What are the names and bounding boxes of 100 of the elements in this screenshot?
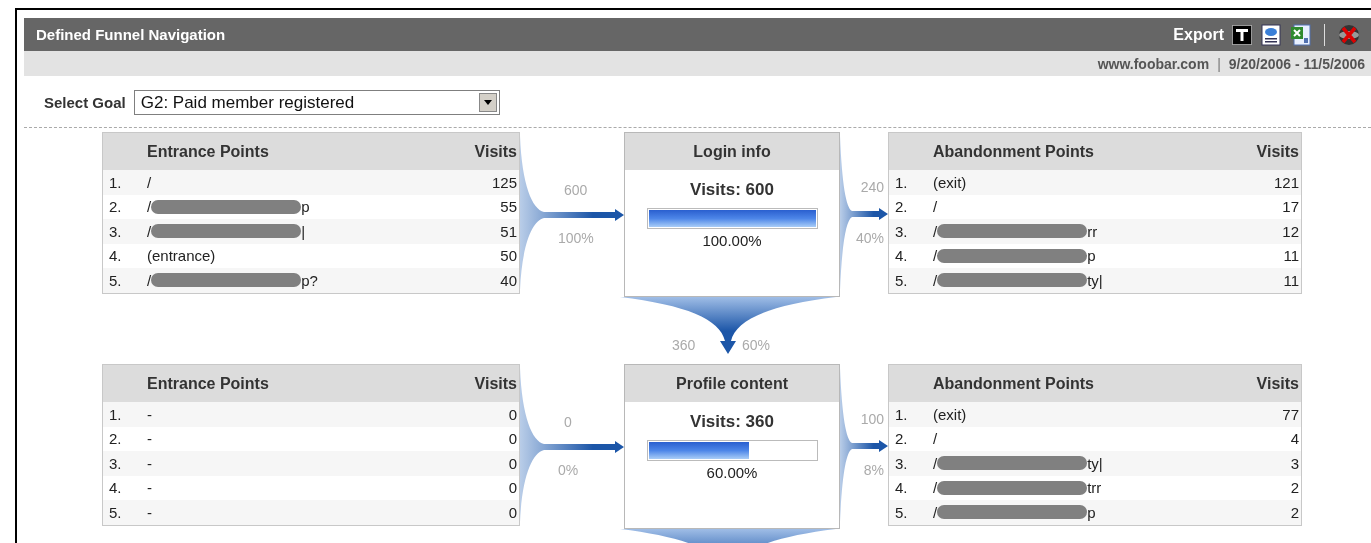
web-page-icon[interactable] (1260, 23, 1282, 46)
row-number: 2. (894, 198, 909, 216)
visits-cell-text: 11 (1282, 271, 1300, 289)
row-number: 1. (108, 405, 123, 423)
row-number: 5. (894, 271, 909, 289)
page-path: - (147, 405, 152, 423)
page-path: | (301, 222, 306, 240)
page-path: / (933, 503, 938, 521)
row-number: 5. (108, 271, 123, 289)
step-name: Profile content (625, 365, 839, 402)
next-count: 360 (672, 337, 696, 353)
export-label: Export (1173, 25, 1224, 44)
step-visits: Visits: 600 (690, 180, 774, 200)
page-path: rr (1087, 222, 1098, 240)
row-number: 4. (894, 247, 909, 265)
row-number: 1. (894, 173, 909, 191)
visits-cell-text: 0 (507, 479, 518, 497)
page-path: (entrance) (147, 247, 216, 265)
row-number: 4. (894, 479, 909, 497)
page-path: / (933, 247, 938, 265)
page-path: / (147, 198, 152, 216)
entrance-count: 0 (564, 414, 572, 430)
row-number: 5. (108, 503, 123, 521)
abandon-percent: 40% (855, 230, 884, 246)
row-number: 1. (108, 173, 123, 191)
page-path: - (147, 454, 152, 472)
row-number: 3. (108, 222, 123, 240)
visits-cell-text: 3 (1289, 454, 1300, 472)
goal-dropdown[interactable]: G2: Paid member registered (133, 90, 500, 115)
page-path: (exit) (933, 405, 967, 423)
row-number: 5. (894, 503, 909, 521)
panel-title: Defined Funnel Navigation (36, 26, 226, 43)
visits-cell-text: 12 (1281, 222, 1300, 240)
entrance-percent: 100% (558, 230, 594, 246)
page-path: / (933, 479, 938, 497)
step-percent: 100.00% (702, 232, 762, 249)
visits-cell-text: 125 (490, 173, 518, 191)
page-path: / (147, 271, 152, 289)
visits-cell-text: 17 (1281, 198, 1300, 216)
spreadsheet-icon[interactable] (1290, 23, 1312, 46)
page-path: / (147, 222, 152, 240)
page-path: trr (1087, 479, 1102, 497)
row-number: 3. (894, 454, 909, 472)
page-path: ty| (1087, 454, 1103, 472)
row-number: 2. (894, 430, 909, 448)
remove-icon[interactable] (1337, 22, 1361, 47)
page-path: / (933, 454, 938, 472)
entrance-percent: 0% (558, 462, 579, 478)
abandon-count: 240 (860, 179, 884, 195)
visits-cell-text: 40 (499, 271, 518, 289)
date-range: 9/20/2006 - 11/5/2006 (1228, 55, 1365, 72)
next-percent: 60% (742, 337, 771, 353)
visits-cell-text: 0 (507, 430, 518, 448)
column-header: Visits (473, 374, 518, 393)
page-path: / (147, 173, 152, 191)
visits-cell-text: 2 (1289, 503, 1300, 521)
page-path: - (147, 503, 152, 521)
row-number: 2. (108, 430, 123, 448)
step-name: Login info (625, 133, 839, 170)
visits-cell-text: 2 (1289, 479, 1300, 497)
visits-cell-text: 0 (507, 454, 518, 472)
page-path: / (933, 271, 938, 289)
page-path: - (147, 430, 152, 448)
column-header: Entrance Points (147, 142, 270, 161)
visits-cell-text: 4 (1289, 430, 1300, 448)
page-path: ty| (1087, 271, 1103, 289)
row-number: 3. (108, 454, 123, 472)
row-number: 1. (894, 405, 909, 423)
step-percent: 60.00% (706, 464, 758, 481)
page-path: p (301, 198, 310, 216)
row-number: 4. (108, 479, 123, 497)
visits-cell-text: 121 (1272, 173, 1300, 191)
column-header: Visits (1255, 374, 1300, 393)
page-path: p (1087, 503, 1096, 521)
text-export-icon[interactable] (1232, 24, 1252, 45)
page-path: / (933, 198, 938, 216)
visits-cell-text: 0 (507, 405, 518, 423)
page-path: p? (301, 271, 318, 289)
visits-cell-text: 51 (499, 222, 518, 240)
site-name: www.foobar.com (1097, 55, 1210, 72)
row-number: 4. (108, 247, 123, 265)
caret-icon (483, 100, 492, 105)
column-header: Visits (1255, 142, 1300, 161)
column-header: Visits (473, 142, 518, 161)
column-header: Entrance Points (147, 374, 270, 393)
goal-label: Select Goal (44, 94, 126, 111)
abandon-percent: 8% (863, 462, 884, 478)
step-visits: Visits: 360 (690, 412, 774, 432)
visits-cell-text: 55 (499, 198, 518, 216)
page-path: - (147, 479, 152, 497)
abandon-count: 100 (860, 411, 884, 427)
separator-text: | (1217, 55, 1221, 72)
page-path: / (933, 222, 938, 240)
visits-cell-text: 50 (499, 247, 518, 265)
visits-cell-text: 77 (1281, 405, 1300, 423)
page-path: (exit) (933, 173, 967, 191)
visits-cell-text: 11 (1282, 247, 1300, 265)
column-header: Abandonment Points (933, 142, 1095, 161)
entrance-count: 600 (564, 182, 588, 198)
row-number: 2. (108, 198, 123, 216)
